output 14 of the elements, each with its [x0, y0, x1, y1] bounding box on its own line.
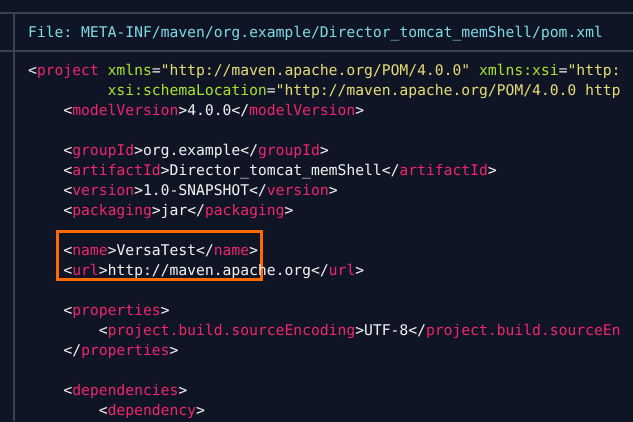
code-line: <project.build.sourceEncoding>UTF-8</project.build.sourceEn [98, 321, 622, 341]
code-line: <modelVersion>4.0.0</modelVersion> [62, 101, 366, 121]
code-line: <properties> [62, 301, 170, 321]
code-line: <artifactId>Director_tomcat_memShell</artifactId> [62, 161, 498, 181]
code-line: <packaging>jar</packaging> [62, 201, 294, 221]
code-line: <project xmlns="http://maven.apache.org/POM/4.0.0" xmlns:xsi="http: [28, 61, 622, 81]
code-line: <version>1.0-SNAPSHOT</version> [62, 181, 339, 201]
code-line: </properties> [62, 341, 180, 361]
code-line: <dependency> [98, 401, 206, 421]
code-line: <name>VersaTest</name> [28, 241, 633, 261]
code-line: <dependencies> [62, 381, 188, 401]
code-line: xsi:schemaLocation="http://maven.apache.org/POM/4.0.0 http [106, 81, 622, 101]
file-path-header: File: META-INF/maven/org.example/Director_tomcat_memShell/pom.xml [27, 23, 603, 43]
code-line: <groupId>org.example</groupId> [62, 141, 330, 161]
